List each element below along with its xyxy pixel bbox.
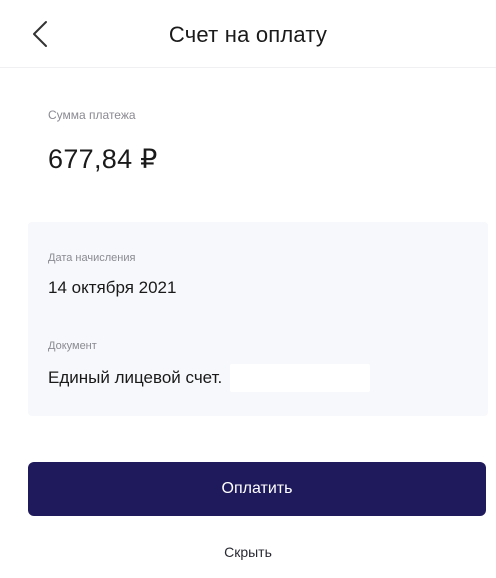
amount-value: 677,84 ₽: [48, 144, 158, 174]
pay-button[interactable]: Оплатить: [28, 462, 486, 516]
document-field: Документ Единый лицевой счет.: [48, 340, 468, 392]
accrual-date-label: Дата начисления: [48, 252, 136, 264]
page-title: Счет на оплату: [168, 22, 328, 47]
document-label: Документ: [48, 340, 97, 352]
accrual-date-value: 14 октября 2021: [48, 278, 177, 297]
hide-link[interactable]: Скрыть: [0, 544, 496, 560]
invoice-screen: Счет на оплату Сумма платежа 677,84 ₽ Да…: [0, 0, 496, 578]
accrual-date-field: Дата начисления 14 октября 2021: [48, 252, 468, 298]
amount-label: Сумма платежа: [48, 108, 136, 122]
header: Счет на оплату: [0, 0, 496, 68]
document-value-row: Единый лицевой счет.: [48, 364, 468, 392]
document-value: Единый лицевой счет.: [48, 368, 223, 387]
details-panel: Дата начисления 14 октября 2021 Документ…: [28, 222, 488, 416]
amount-section: Сумма платежа 677,84 ₽: [48, 108, 468, 175]
redacted-account-number: [230, 364, 371, 392]
